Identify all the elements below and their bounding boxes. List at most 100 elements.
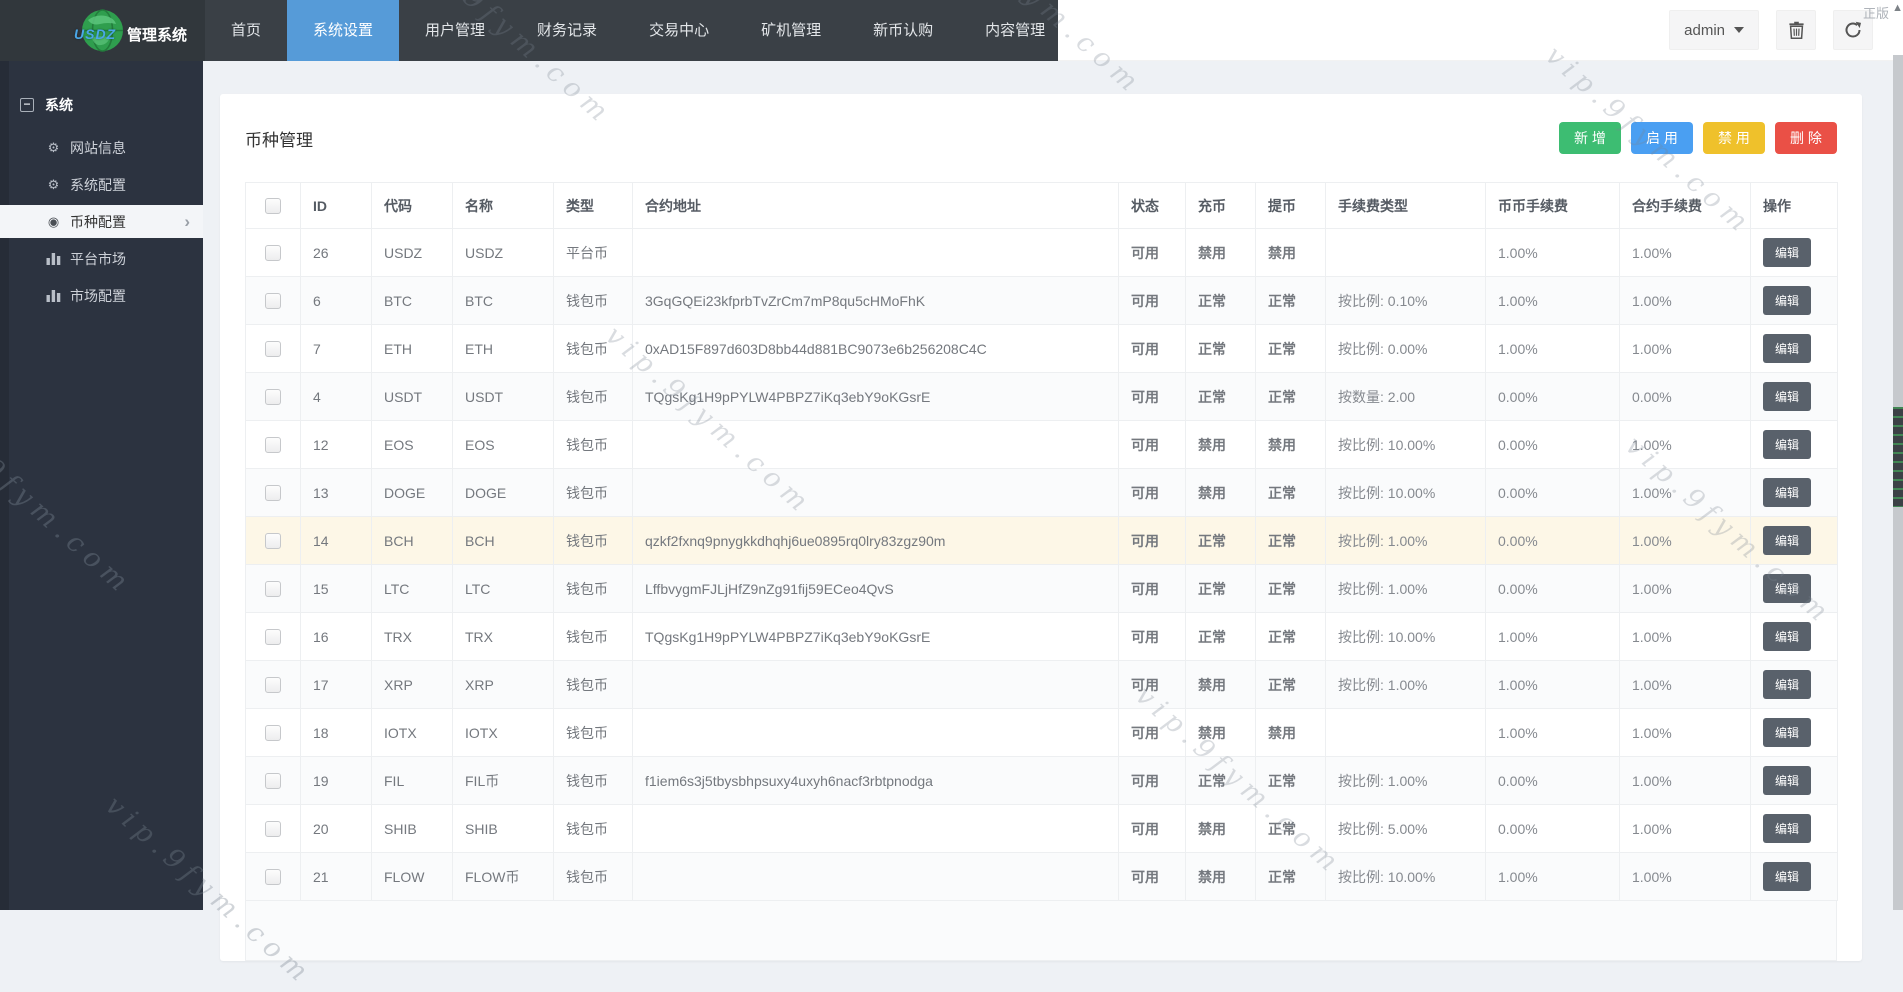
row-checkbox[interactable] xyxy=(265,485,281,501)
row-checkbox[interactable] xyxy=(265,821,281,837)
row-checkbox[interactable] xyxy=(265,773,281,789)
page-scrollbar[interactable] xyxy=(1893,55,1903,910)
sidebar: − 系统 ⚙ 网站信息 ⚙ 系统配置 ◉ 币种配置 › 平台市场 xyxy=(0,61,203,910)
tab-new-coin-subscription[interactable]: 新币认购 xyxy=(847,0,959,61)
edit-button[interactable]: 编辑 xyxy=(1763,574,1811,603)
cell-contract-address: f1iem6s3j5tbysbhpsuxy4uxyh6nacf3rbtpnodg… xyxy=(633,757,1119,805)
row-checkbox[interactable] xyxy=(265,245,281,261)
cell-status: 可用 xyxy=(1119,277,1186,325)
corner-triangle-icon: ▲ xyxy=(1892,2,1903,14)
sidebar-item-website-info[interactable]: ⚙ 网站信息 xyxy=(0,129,203,166)
cell-fee-type: 按比例: 0.10% xyxy=(1326,277,1486,325)
column-header-deposit: 充币 xyxy=(1186,183,1256,229)
sidebar-section-system[interactable]: − 系统 xyxy=(20,95,203,115)
edit-button[interactable]: 编辑 xyxy=(1763,718,1811,747)
cell-deposit-status: 正常 xyxy=(1186,325,1256,373)
row-checkbox[interactable] xyxy=(265,389,281,405)
add-button[interactable]: 新 增 xyxy=(1559,122,1621,154)
cell-withdraw-status: 正常 xyxy=(1256,277,1326,325)
cell-id: 14 xyxy=(301,517,372,565)
cell-code: XRP xyxy=(372,661,453,709)
row-checkbox[interactable] xyxy=(265,533,281,549)
gear-icon: ⚙ xyxy=(46,177,61,193)
cell-code: TRX xyxy=(372,613,453,661)
sidebar-item-label: 网站信息 xyxy=(70,138,126,158)
cell-name: LTC xyxy=(453,565,554,613)
edit-button[interactable]: 编辑 xyxy=(1763,766,1811,795)
cell-type: 钱包币 xyxy=(554,853,633,901)
cell-coin-fee: 1.00% xyxy=(1486,709,1620,757)
edit-button[interactable]: 编辑 xyxy=(1763,670,1811,699)
edit-button[interactable]: 编辑 xyxy=(1763,862,1811,891)
cell-contract-fee: 1.00% xyxy=(1620,565,1751,613)
cell-coin-fee: 0.00% xyxy=(1486,421,1620,469)
edit-button[interactable]: 编辑 xyxy=(1763,478,1811,507)
edit-button[interactable]: 编辑 xyxy=(1763,814,1811,843)
coin-table: ID 代码 名称 类型 合约地址 状态 充币 提币 手续费类型 币币手续费 合约… xyxy=(245,182,1838,901)
table-row: 14 BCH BCH 钱包币 qzkf2fxnq9pnygkkdhqhj6ue0… xyxy=(246,517,1838,565)
sidebar-item-coin-config[interactable]: ◉ 币种配置 › xyxy=(0,205,203,238)
cell-coin-fee: 1.00% xyxy=(1486,853,1620,901)
edit-button[interactable]: 编辑 xyxy=(1763,526,1811,555)
table-row: 7 ETH ETH 钱包币 0xAD15F897d603D8bb44d881BC… xyxy=(246,325,1838,373)
column-header-contract-fee: 合约手续费 xyxy=(1620,183,1751,229)
sidebar-item-market-config[interactable]: 市场配置 xyxy=(0,277,203,314)
sidebar-item-label: 币种配置 xyxy=(70,212,126,232)
scrollbar-thumb[interactable] xyxy=(1893,407,1903,507)
trash-button[interactable] xyxy=(1776,10,1816,50)
sidebar-item-platform-market[interactable]: 平台市场 xyxy=(0,240,203,277)
cell-withdraw-status: 正常 xyxy=(1256,373,1326,421)
enable-button[interactable]: 启 用 xyxy=(1631,122,1693,154)
tab-trade-center[interactable]: 交易中心 xyxy=(623,0,735,61)
cell-name: DOGE xyxy=(453,469,554,517)
sidebar-item-system-config[interactable]: ⚙ 系统配置 xyxy=(0,166,203,203)
edit-button[interactable]: 编辑 xyxy=(1763,334,1811,363)
row-checkbox[interactable] xyxy=(265,293,281,309)
column-header-withdraw: 提币 xyxy=(1256,183,1326,229)
cell-contract-fee: 1.00% xyxy=(1620,661,1751,709)
cell-code: DOGE xyxy=(372,469,453,517)
edit-button[interactable]: 编辑 xyxy=(1763,622,1811,651)
row-checkbox[interactable] xyxy=(265,629,281,645)
user-dropdown[interactable]: admin xyxy=(1669,10,1759,50)
row-checkbox[interactable] xyxy=(265,341,281,357)
cell-status: 可用 xyxy=(1119,757,1186,805)
cell-id: 7 xyxy=(301,325,372,373)
select-all-checkbox[interactable] xyxy=(265,198,281,214)
table-row: 12 EOS EOS 钱包币 可用 禁用 禁用 按比例: 10.00% 0.00… xyxy=(246,421,1838,469)
edit-button[interactable]: 编辑 xyxy=(1763,382,1811,411)
column-header-coin-fee: 币币手续费 xyxy=(1486,183,1620,229)
cell-type: 钱包币 xyxy=(554,805,633,853)
cell-contract-fee: 1.00% xyxy=(1620,325,1751,373)
cell-fee-type: 按比例: 1.00% xyxy=(1326,565,1486,613)
cell-coin-fee: 1.00% xyxy=(1486,613,1620,661)
edit-button[interactable]: 编辑 xyxy=(1763,238,1811,267)
row-checkbox[interactable] xyxy=(265,677,281,693)
cell-name: EOS xyxy=(453,421,554,469)
row-checkbox[interactable] xyxy=(265,725,281,741)
row-checkbox[interactable] xyxy=(265,437,281,453)
cell-coin-fee: 0.00% xyxy=(1486,757,1620,805)
cell-contract-address xyxy=(633,661,1119,709)
tab-content-management[interactable]: 内容管理 xyxy=(959,0,1071,61)
disable-button[interactable]: 禁 用 xyxy=(1703,122,1765,154)
row-checkbox[interactable] xyxy=(265,581,281,597)
cell-contract-fee: 1.00% xyxy=(1620,709,1751,757)
tab-finance-records[interactable]: 财务记录 xyxy=(511,0,623,61)
cell-contract-fee: 1.00% xyxy=(1620,277,1751,325)
tab-user-management[interactable]: 用户管理 xyxy=(399,0,511,61)
cell-code: USDZ xyxy=(372,229,453,277)
edit-button[interactable]: 编辑 xyxy=(1763,430,1811,459)
cell-id: 20 xyxy=(301,805,372,853)
cell-contract-address: TQgsKg1H9pPYLW4PBPZ7iKq3ebY9oKGsrE xyxy=(633,613,1119,661)
delete-button[interactable]: 删 除 xyxy=(1775,122,1837,154)
tab-home[interactable]: 首页 xyxy=(205,0,287,61)
cell-contract-address xyxy=(633,229,1119,277)
tab-system-settings[interactable]: 系统设置 xyxy=(287,0,399,61)
cell-status: 可用 xyxy=(1119,469,1186,517)
edit-button[interactable]: 编辑 xyxy=(1763,286,1811,315)
row-checkbox[interactable] xyxy=(265,869,281,885)
cell-code: SHIB xyxy=(372,805,453,853)
bar-chart-icon xyxy=(46,289,61,302)
tab-miner-management[interactable]: 矿机管理 xyxy=(735,0,847,61)
